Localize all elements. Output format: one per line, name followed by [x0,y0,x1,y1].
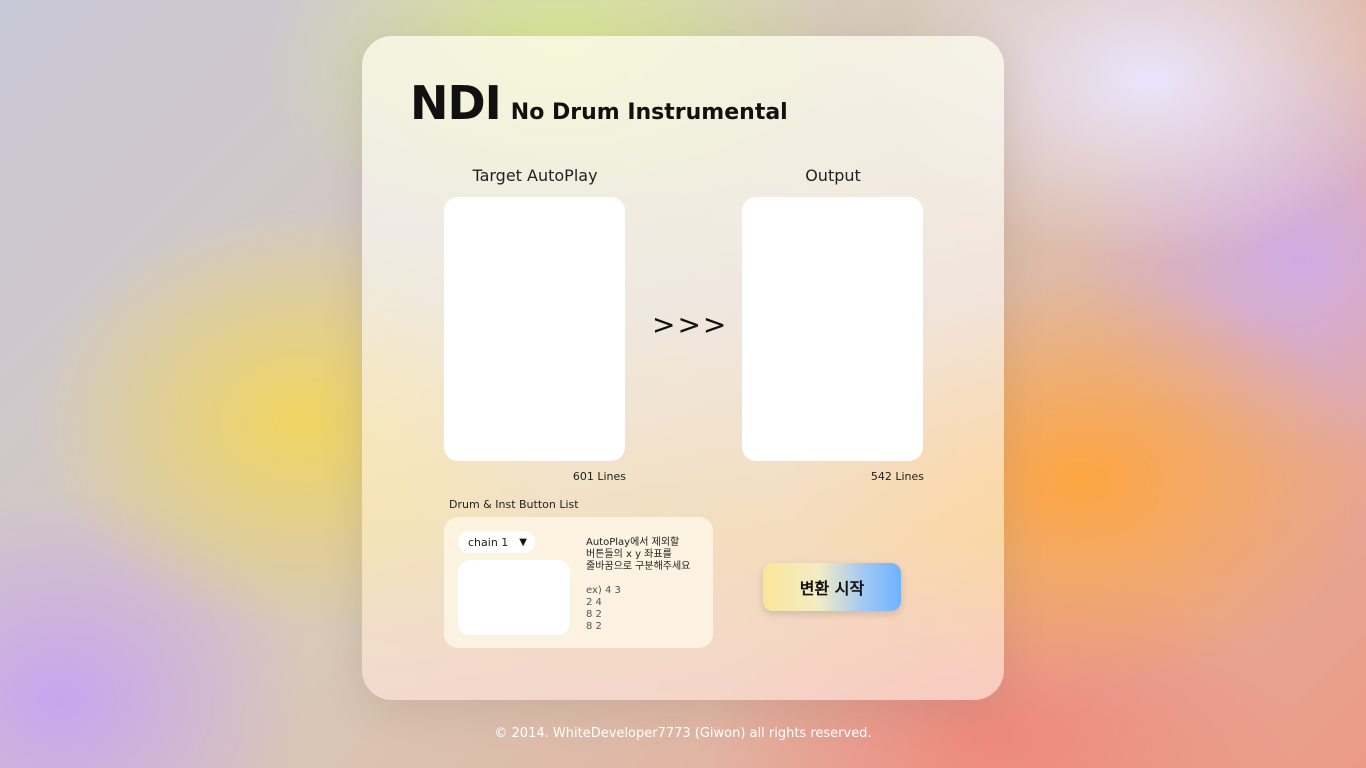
arrow-indicator: >>> [652,308,729,341]
hint-text: AutoPlay에서 제외할 버튼들의 x y 좌표를 줄바꿈으로 구분해주세요 [586,537,706,573]
dropdown-arrow-icon: ▼ [519,536,527,548]
brand-title: NDI No Drum Instrumental [410,76,788,130]
example-line: 2 4 [586,597,602,608]
convert-start-button[interactable]: 변환 시작 [763,563,901,611]
output-textarea[interactable] [742,197,923,461]
target-line-count: 601 Lines [572,470,626,483]
example-text: ex) 4 3 2 4 8 2 8 2 [586,585,621,633]
footer-copyright: © 2014. WhiteDeveloper7773 (Giwon) all r… [494,726,872,741]
target-autoplay-label: Target AutoPlay [472,166,598,185]
button-list-label: Drum & Inst Button List [449,498,579,511]
brand-subtitle: No Drum Instrumental [510,100,788,125]
hint-line: AutoPlay에서 제외할 [586,537,680,548]
output-line-count: 542 Lines [870,470,924,483]
button-coords-input[interactable] [458,560,570,635]
example-line: 8 2 [586,621,602,632]
target-autoplay-input[interactable] [444,197,625,461]
example-line: 8 2 [586,609,602,620]
hint-line: 줄바꿈으로 구분해주세요 [586,561,691,572]
brand-main: NDI [410,76,502,130]
chain-select-value: chain 1 [468,535,509,549]
output-label: Output [805,166,861,185]
example-line: ex) 4 3 [586,585,621,596]
chain-select[interactable]: chain 1 ▼ [458,531,535,553]
button-list-panel: chain 1 ▼ AutoPlay에서 제외할 버튼들의 x y 좌표를 줄바… [444,517,713,648]
main-card: NDI No Drum Instrumental Target AutoPlay… [362,36,1004,700]
hint-line: 버튼들의 x y 좌표를 [586,549,672,560]
